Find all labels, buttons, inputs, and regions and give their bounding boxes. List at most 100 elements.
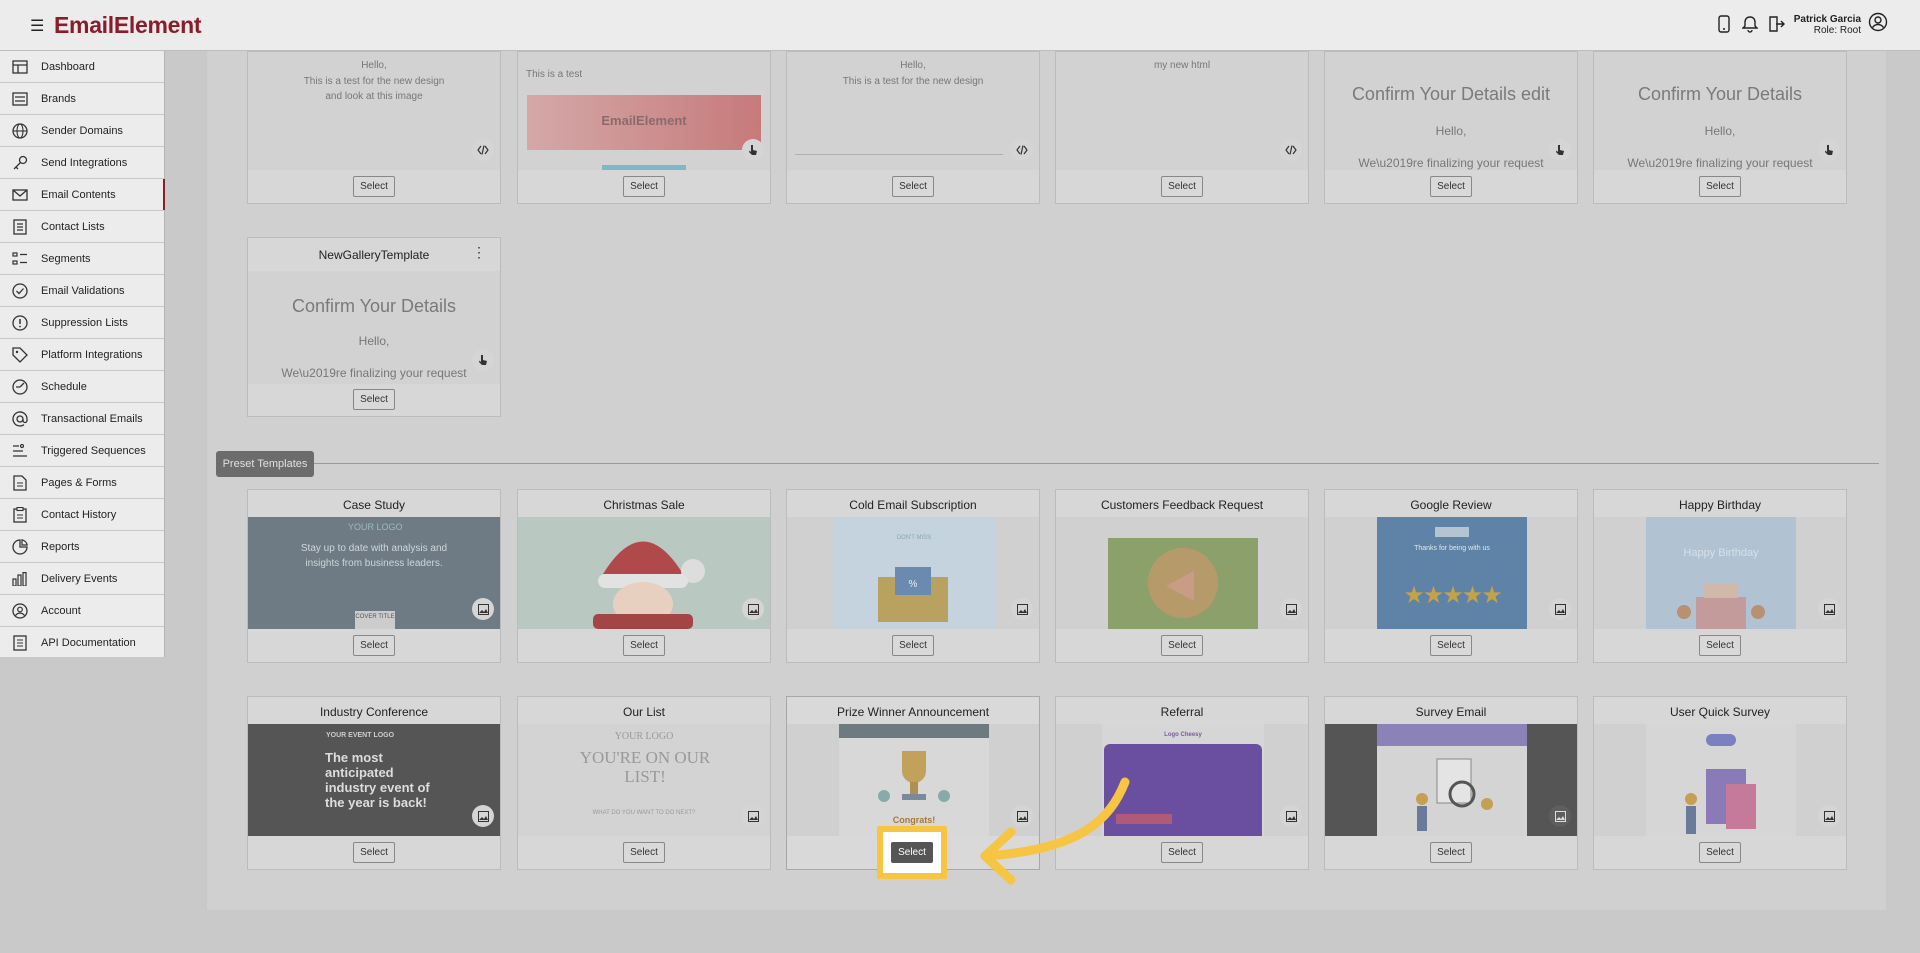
template-preview[interactable]: YOUR LOGO Stay up to date with analysis … [248,517,500,629]
pointer-icon [472,349,494,371]
preset-card-christmas-sale: Christmas Sale Select [517,489,771,663]
sidebar-item-account[interactable]: Account [0,595,164,627]
more-options-icon[interactable]: ⋮ [472,245,486,259]
app-logo[interactable]: EmailElement [54,12,202,39]
sidebar-item-label: Send Integrations [41,156,128,169]
template-preview[interactable]: Thanks for being with us ★★★★★ [1325,517,1577,629]
sidebar-item-segments[interactable]: Segments [0,243,164,275]
sidebar-item-dashboard[interactable]: Dashboard [0,51,164,83]
preview-text: WHAT DO YOU WANT TO DO NEXT? [592,810,696,816]
pointer-icon [742,139,764,161]
preview-panel: Thanks for being with us ★★★★★ [1377,517,1527,629]
template-preview[interactable]: This is a test EmailElement [518,52,770,170]
template-preview[interactable]: Confirm Your Details Hello, We\u2019re f… [248,271,500,384]
logout-icon[interactable] [1766,12,1786,36]
sidebar-item-delivery-events[interactable]: Delivery Events [0,563,164,595]
select-button[interactable]: Select [353,842,395,863]
sidebar-item-contact-history[interactable]: Contact History [0,499,164,531]
select-button[interactable]: Select [353,389,395,410]
select-button[interactable]: Select [623,842,665,863]
at-icon [10,409,30,429]
sidebar-item-api-documentation[interactable]: API Documentation [0,627,164,659]
template-preview[interactable]: Hello, This is a test for the new design… [248,52,500,170]
triggered-icon [10,441,30,461]
phone-icon[interactable] [1714,12,1734,36]
template-preview[interactable] [518,517,770,629]
sidebar-item-suppression-lists[interactable]: Suppression Lists [0,307,164,339]
sidebar-item-contact-lists[interactable]: Contact Lists [0,211,164,243]
menu-icon[interactable]: ☰ [30,16,44,36]
doc-icon [10,633,30,653]
template-title: Google Review [1410,498,1492,512]
preview-heading: Confirm Your Details [291,296,457,316]
select-button[interactable]: Select [1699,635,1741,656]
image-icon [472,598,494,620]
preset-card-industry-conference: Industry Conference YOUR EVENT LOGO The … [247,696,501,870]
brands-icon [10,89,30,109]
select-button[interactable]: Select [1161,635,1203,656]
preview-text: Hello, [361,60,387,71]
select-button-prize-winner[interactable]: Select [891,842,933,863]
select-button[interactable]: Select [623,176,665,197]
avatar-icon[interactable] [1868,12,1888,37]
sidebar-item-label: Contact Lists [41,220,105,233]
bar-chart-icon [10,569,30,589]
select-button[interactable]: Select [353,176,395,197]
select-button[interactable]: Select [353,635,395,656]
select-button[interactable]: Select [1430,176,1472,197]
user-info: Patrick Garcia Role: Root [1794,14,1861,36]
sidebar-item-brands[interactable]: Brands [0,83,164,115]
sidebar: Dashboard Brands Sender Domains Send Int… [0,51,165,659]
sidebar-item-platform-integrations[interactable]: Platform Integrations [0,339,164,371]
template-preview[interactable]: YOUR EVENT LOGO The most anticipated ind… [248,724,500,836]
top-header: ☰ EmailElement Patrick Garcia Role: Root [0,0,1920,51]
sidebar-item-transactional-emails[interactable]: Transactional Emails [0,403,164,435]
preview-heading: YOU'RE ON OUR LIST! [579,748,711,786]
preview-logo: Logo Cheesy [1164,732,1202,738]
cake-illustration [1677,584,1765,629]
template-preview[interactable]: my new html [1056,52,1308,170]
preview-text: Happy Birthday [1683,547,1759,559]
preview-heading: Confirm Your Details edit [1351,84,1551,104]
sidebar-item-email-contents[interactable]: Email Contents [0,179,165,211]
segments-icon [10,249,30,269]
user-role: Role: Root [1813,25,1861,36]
template-preview[interactable] [1594,724,1846,836]
template-preview[interactable]: Confirm Your Details Hello, We\u2019re f… [1594,52,1846,170]
select-button[interactable]: Select [892,176,934,197]
bell-icon[interactable] [1740,12,1760,36]
select-button[interactable]: Select [892,635,934,656]
sidebar-item-pages-forms[interactable]: Pages & Forms [0,467,164,499]
select-button[interactable]: Select [623,635,665,656]
sidebar-item-reports[interactable]: Reports [0,531,164,563]
select-button[interactable]: Select [1430,635,1472,656]
code-icon [1011,139,1033,161]
template-preview[interactable] [1325,724,1577,836]
template-preview[interactable]: DON'T MISS % [787,517,1039,629]
template-title: Referral [1160,705,1204,719]
select-button[interactable]: Select [1430,842,1472,863]
template-preview[interactable]: YOUR LOGO YOU'RE ON OUR LIST! WHAT DO YO… [518,724,770,836]
sidebar-item-send-integrations[interactable]: Send Integrations [0,147,164,179]
select-button[interactable]: Select [1699,176,1741,197]
sidebar-item-label: Schedule [41,380,87,393]
preset-card-case-study: Case Study YOUR LOGO Stay up to date wit… [247,489,501,663]
pointer-arrow-icon [980,777,1130,885]
template-preview[interactable]: Happy Birthday [1594,517,1846,629]
sidebar-item-schedule[interactable]: Schedule [0,371,164,403]
sidebar-item-label: Brands [41,92,76,105]
sidebar-item-label: Pages & Forms [41,476,117,489]
template-preview[interactable]: Hello, This is a test for the new design [787,52,1039,170]
sidebar-item-sender-domains[interactable]: Sender Domains [0,115,164,147]
preset-card-survey-email: Survey Email Select [1324,696,1578,870]
sidebar-item-email-validations[interactable]: Email Validations [0,275,164,307]
image-icon [1280,805,1302,827]
preset-card-google-review: Google Review Thanks for being with us ★… [1324,489,1578,663]
template-preview[interactable]: Confirm Your Details edit Hello, We\u201… [1325,52,1577,170]
template-preview[interactable] [1056,517,1308,629]
select-button[interactable]: Select [1161,176,1203,197]
select-button[interactable]: Select [1161,842,1203,863]
sidebar-item-triggered-sequences[interactable]: Triggered Sequences [0,435,164,467]
trophy-illustration [878,751,950,802]
select-button[interactable]: Select [1699,842,1741,863]
